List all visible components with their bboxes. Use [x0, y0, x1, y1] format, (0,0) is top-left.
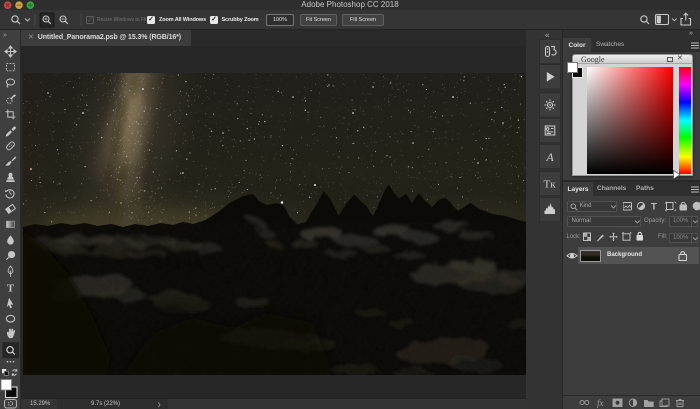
svg-text:Tк: Tк: [543, 179, 556, 191]
svg-text:T: T: [7, 282, 15, 294]
svg-text:fx: fx: [597, 398, 604, 408]
svg-text:«: «: [545, 31, 550, 40]
svg-text:T: T: [651, 202, 657, 213]
svg-text:»: »: [3, 32, 7, 39]
svg-text:A: A: [545, 150, 554, 164]
